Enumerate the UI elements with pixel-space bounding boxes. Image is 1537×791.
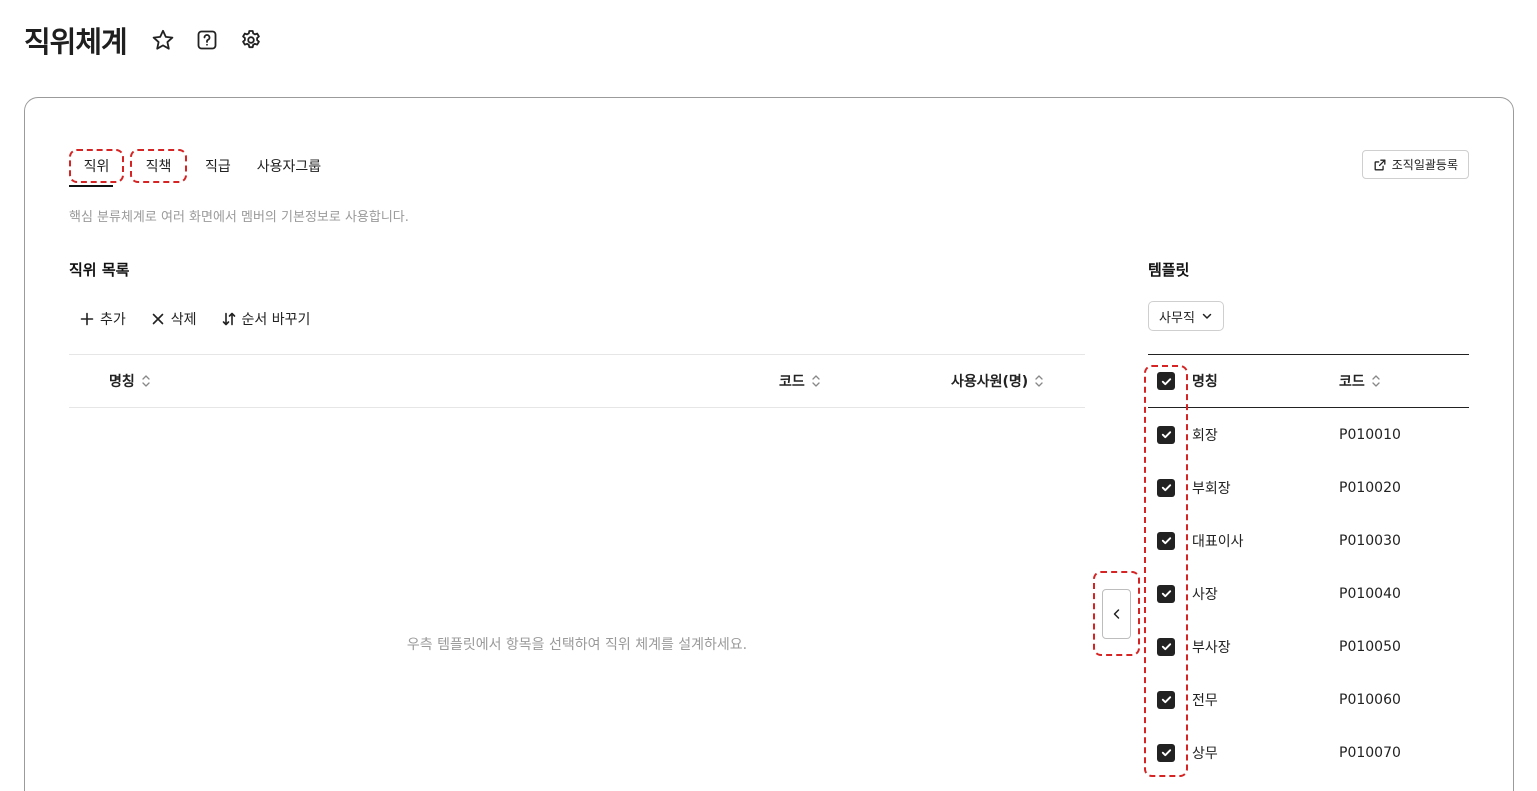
- bulk-register-button[interactable]: 조직일괄등록: [1361, 150, 1469, 179]
- column-header-name[interactable]: 명칭: [109, 355, 151, 407]
- move-button-highlight: [1093, 571, 1140, 656]
- page-description: 핵심 분류체계로 여러 화면에서 멤버의 기본정보로 사용합니다.: [69, 210, 409, 225]
- row-name: 회장: [1192, 427, 1218, 444]
- column-header-employees-label: 사용사원(명): [951, 374, 1029, 390]
- column-header-code-label: 코드: [779, 374, 805, 390]
- row-code: P010010: [1339, 426, 1401, 443]
- row-checkbox[interactable]: [1157, 478, 1175, 497]
- column-header-name-label: 명칭: [109, 374, 135, 390]
- column-header-code[interactable]: 코드: [779, 355, 821, 407]
- row-checkbox[interactable]: [1157, 743, 1175, 762]
- row-checkbox[interactable]: [1157, 425, 1175, 444]
- template-select-value: 사무직: [1159, 310, 1195, 326]
- template-column-code-label: 코드: [1339, 374, 1365, 390]
- main-card: 직위 직책 직급 사용자그룹 조직일괄등록 핵심 분류체계로 여러 화면에서 멤…: [24, 97, 1514, 791]
- template-row[interactable]: 전무 P010060: [1148, 673, 1469, 726]
- template-column-name-label: 명칭: [1192, 374, 1218, 390]
- row-code: P010060: [1339, 691, 1401, 708]
- sort-icon: [812, 375, 820, 387]
- row-name: 사장: [1192, 586, 1218, 603]
- template-row[interactable]: 상무 P010070: [1148, 726, 1469, 779]
- row-name: 부회장: [1192, 480, 1231, 497]
- list-toolbar: 추가 삭제 순서 바꾸기: [69, 306, 320, 332]
- template-column-name[interactable]: 명칭: [1192, 355, 1218, 407]
- checkmark-icon: [1161, 696, 1171, 704]
- sort-icon: [142, 375, 150, 387]
- add-button[interactable]: 추가: [69, 306, 136, 332]
- gear-icon[interactable]: [237, 26, 265, 54]
- row-checkbox[interactable]: [1157, 531, 1175, 550]
- row-name: 부사장: [1192, 639, 1231, 656]
- row-name: 대표이사: [1192, 533, 1244, 550]
- checkmark-icon: [1161, 749, 1171, 757]
- checkmark-icon: [1161, 431, 1171, 439]
- page-title: 직위체계: [24, 25, 128, 59]
- plus-icon: [79, 311, 95, 327]
- checkmark-icon: [1161, 643, 1171, 651]
- template-title: 템플릿: [1148, 261, 1190, 279]
- reorder-button[interactable]: 순서 바꾸기: [211, 306, 321, 332]
- row-name: 전무: [1192, 692, 1218, 709]
- template-table-header: 명칭 코드: [1148, 354, 1469, 408]
- list-title: 직위 목록: [69, 261, 130, 279]
- bulk-register-label: 조직일괄등록: [1391, 158, 1458, 172]
- row-code: P010050: [1339, 638, 1401, 655]
- row-code: P010040: [1339, 585, 1401, 602]
- active-tab-indicator: [69, 185, 113, 187]
- row-code: P010020: [1339, 479, 1401, 496]
- sort-icon: [1035, 375, 1043, 387]
- tab-user-group[interactable]: 사용자그룹: [247, 149, 331, 183]
- tab-position[interactable]: 직위: [69, 149, 124, 183]
- row-checkbox[interactable]: [1157, 637, 1175, 656]
- empty-list-message: 우측 템플릿에서 항목을 선택하여 직위 체계를 설계하세요.: [406, 637, 748, 653]
- checkmark-icon: [1161, 377, 1171, 385]
- add-button-label: 추가: [100, 312, 126, 328]
- row-checkbox[interactable]: [1157, 584, 1175, 603]
- sort-icon: [1372, 375, 1380, 387]
- template-row[interactable]: 대표이사 P010030: [1148, 514, 1469, 567]
- row-code: P010070: [1339, 744, 1401, 761]
- help-icon[interactable]: [193, 26, 221, 54]
- template-column-code[interactable]: 코드: [1339, 355, 1381, 407]
- tab-duty[interactable]: 직책: [130, 149, 187, 183]
- swap-vertical-icon: [221, 311, 237, 327]
- template-row[interactable]: 부사장 P010050: [1148, 620, 1469, 673]
- chevron-down-icon: [1202, 313, 1212, 319]
- list-table-header: 명칭 코드 사용사원(명): [69, 354, 1085, 408]
- tab-bar: 직위 직책 직급 사용자그룹: [69, 146, 331, 186]
- page-header: 직위체계: [24, 18, 265, 62]
- row-code: P010030: [1339, 532, 1401, 549]
- template-table: 명칭 코드 회장 P010010 부회장 P010020 대표이사 P01003…: [1148, 354, 1469, 779]
- reorder-button-label: 순서 바꾸기: [241, 312, 311, 328]
- tab-grade[interactable]: 직급: [195, 149, 241, 183]
- template-row[interactable]: 사장 P010040: [1148, 567, 1469, 620]
- move-to-list-button[interactable]: [1102, 588, 1131, 639]
- row-name: 상무: [1192, 745, 1218, 762]
- external-link-icon: [1373, 158, 1387, 172]
- chevron-left-icon: [1113, 608, 1119, 619]
- checkmark-icon: [1161, 590, 1171, 598]
- template-row[interactable]: 부회장 P010020: [1148, 461, 1469, 514]
- template-select[interactable]: 사무직: [1148, 301, 1224, 331]
- close-icon: [150, 311, 166, 327]
- checkmark-icon: [1161, 537, 1171, 545]
- select-all-checkbox[interactable]: [1157, 372, 1175, 390]
- template-row[interactable]: 회장 P010010: [1148, 408, 1469, 461]
- delete-button-label: 삭제: [170, 312, 197, 328]
- checkmark-icon: [1161, 484, 1171, 492]
- column-header-employees[interactable]: 사용사원(명): [951, 355, 1044, 407]
- star-icon[interactable]: [149, 26, 177, 54]
- row-checkbox[interactable]: [1157, 690, 1175, 709]
- delete-button[interactable]: 삭제: [140, 306, 207, 332]
